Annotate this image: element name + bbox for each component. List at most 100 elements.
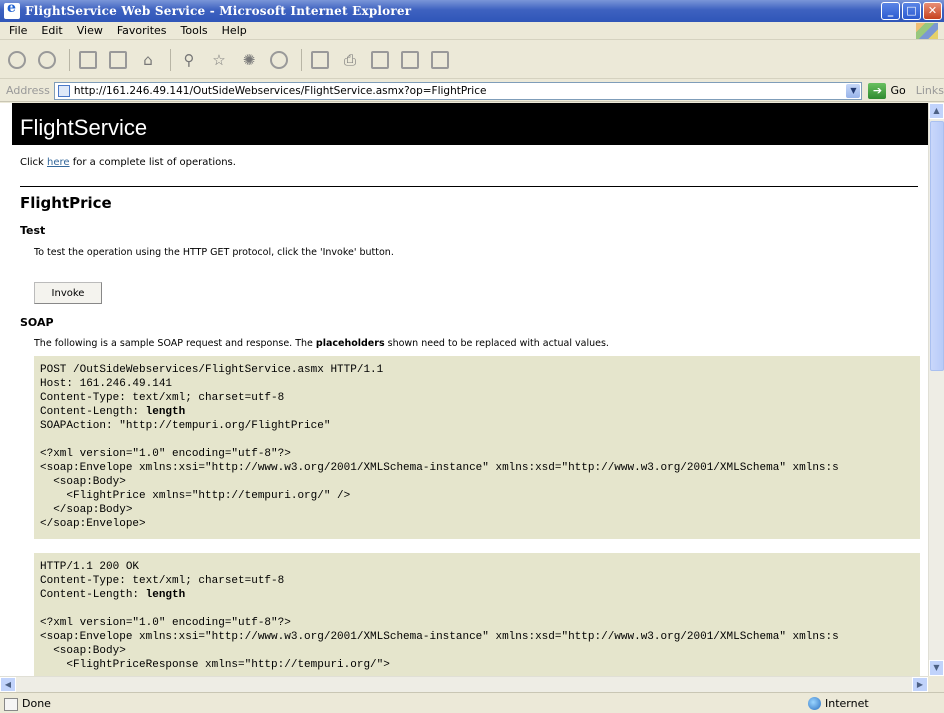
- code-line: </soap:Envelope>: [40, 518, 146, 530]
- discuss-icon: [401, 50, 419, 69]
- menu-help[interactable]: Help: [215, 24, 254, 37]
- service-name: FlightService: [20, 115, 148, 140]
- address-input[interactable]: http://161.246.49.141/OutSideWebservices…: [53, 81, 863, 100]
- code-line: SOAPAction: "http://tempuri.org/FlightPr…: [40, 420, 331, 432]
- code-line: </soap:Body>: [40, 504, 133, 516]
- maximize-button[interactable]: □: [902, 2, 921, 20]
- stop-button[interactable]: [75, 47, 101, 73]
- messenger-button[interactable]: [427, 47, 453, 73]
- mail-button[interactable]: [307, 47, 333, 73]
- forward-button[interactable]: [34, 47, 60, 73]
- vertical-scroll-thumb[interactable]: [930, 121, 944, 371]
- back-button[interactable]: [4, 47, 30, 73]
- address-url[interactable]: http://161.246.49.141/OutSideWebservices…: [74, 85, 487, 97]
- soap-description: The following is a sample SOAP request a…: [34, 338, 920, 349]
- code-line: Content-Length: length: [40, 588, 914, 602]
- code-line: <?xml version="1.0" encoding="utf-8"?>: [40, 617, 291, 629]
- toolbar-separator: [301, 48, 302, 71]
- star-icon: ☆: [212, 50, 226, 69]
- mail-icon: [311, 50, 329, 69]
- code-line: <soap:Envelope xmlns:xsi="http://www.w3.…: [40, 462, 839, 474]
- address-bar: Address http://161.246.49.141/OutSideWeb…: [0, 80, 944, 102]
- media-button[interactable]: ✺: [236, 47, 262, 73]
- scroll-right-icon[interactable]: ▶: [912, 677, 928, 692]
- minimize-button[interactable]: _: [881, 2, 900, 20]
- refresh-icon: [109, 50, 127, 69]
- code-line: Content-Length: length: [40, 405, 914, 419]
- menu-favorites[interactable]: Favorites: [110, 24, 174, 37]
- home-icon: ⌂: [143, 50, 153, 69]
- scroll-left-icon[interactable]: ◀: [0, 677, 16, 692]
- refresh-button[interactable]: [105, 47, 131, 73]
- soap-heading: SOAP: [20, 316, 54, 329]
- discuss-button[interactable]: [397, 47, 423, 73]
- links-button[interactable]: Links: [916, 84, 944, 97]
- address-dropdown-icon[interactable]: ▼: [846, 83, 861, 98]
- placeholder-length: length: [145, 406, 186, 418]
- code-text: Content-Length:: [40, 406, 146, 418]
- menu-edit[interactable]: Edit: [34, 24, 69, 37]
- code-line: <?xml version="1.0" encoding="utf-8"?>: [40, 448, 291, 460]
- history-button[interactable]: [266, 47, 292, 73]
- horizontal-scrollbar[interactable]: ◀ ▶: [0, 676, 928, 692]
- service-heading: FlightService: [12, 103, 928, 145]
- soap-desc-text: The following is a sample SOAP request a…: [34, 338, 316, 349]
- invoke-button[interactable]: Invoke: [34, 282, 102, 304]
- page-content: Click here for a complete list of operat…: [20, 145, 920, 676]
- search-button[interactable]: ⚲: [176, 47, 202, 73]
- test-description: To test the operation using the HTTP GET…: [34, 247, 394, 258]
- favorites-button[interactable]: ☆: [206, 47, 232, 73]
- go-button[interactable]: ➔ Go: [868, 82, 906, 99]
- messenger-icon: [431, 50, 449, 69]
- code-text: Content-Length:: [40, 589, 146, 601]
- menu-view[interactable]: View: [70, 24, 110, 37]
- address-label: Address: [6, 84, 50, 97]
- menu-tools[interactable]: Tools: [174, 24, 215, 37]
- security-zone: Internet: [808, 696, 869, 710]
- go-label: Go: [890, 84, 906, 97]
- page-icon: [57, 84, 70, 97]
- back-icon: [8, 50, 26, 69]
- code-line: <soap:Body>: [40, 645, 126, 657]
- toolbar: ⌂ ⚲ ☆ ✺ ⎙: [0, 41, 944, 79]
- globe-icon: [808, 696, 821, 710]
- code-line: POST /OutSideWebservices/FlightService.a…: [40, 364, 384, 376]
- toolbar-separator: [69, 48, 70, 71]
- ie-icon: [4, 0, 20, 19]
- window-controls: _ □ ✕: [881, 2, 942, 20]
- toolbar-separator: [170, 48, 171, 71]
- zone-label: Internet: [825, 696, 869, 710]
- soap-desc-bold: placeholders: [315, 338, 385, 349]
- edit-button[interactable]: [367, 47, 393, 73]
- code-line: Host: 161.246.49.141: [40, 378, 173, 390]
- code-line: <soap:Envelope xmlns:xsi="http://www.w3.…: [40, 631, 839, 643]
- menu-bar: File Edit View Favorites Tools Help: [0, 22, 944, 40]
- operations-link[interactable]: here: [47, 157, 70, 168]
- menu-file[interactable]: File: [2, 24, 34, 37]
- soap-desc-suffix: shown need to be replaced with actual va…: [384, 338, 609, 349]
- print-button[interactable]: ⎙: [337, 47, 363, 73]
- forward-icon: [38, 50, 56, 69]
- home-button[interactable]: ⌂: [135, 47, 161, 73]
- close-button[interactable]: ✕: [923, 2, 942, 20]
- scroll-down-icon[interactable]: ▼: [929, 660, 944, 676]
- status-text: Done: [0, 697, 51, 711]
- code-line: Content-Type: text/xml; charset=utf-8: [40, 392, 285, 404]
- operations-intro: Click here for a complete list of operat…: [20, 157, 920, 168]
- stop-icon: [79, 50, 97, 69]
- divider: [20, 186, 918, 187]
- soap-response-sample: HTTP/1.1 200 OK Content-Type: text/xml; c…: [34, 553, 920, 676]
- page-viewport: FlightService Click here for a complete …: [0, 103, 928, 676]
- intro-text-suffix: for a complete list of operations.: [69, 157, 236, 168]
- soap-request-sample: POST /OutSideWebservices/FlightService.a…: [34, 356, 920, 539]
- vertical-scrollbar[interactable]: ▲ ▼: [928, 103, 944, 676]
- go-arrow-icon: ➔: [868, 82, 887, 99]
- title-bar: FlightService Web Service - Microsoft In…: [0, 0, 944, 22]
- placeholder-length: length: [145, 589, 186, 601]
- code-line: <soap:Body>: [40, 476, 126, 488]
- scroll-up-icon[interactable]: ▲: [929, 103, 944, 119]
- code-line: Content-Type: text/xml; charset=utf-8: [40, 575, 285, 587]
- search-icon: ⚲: [183, 50, 195, 69]
